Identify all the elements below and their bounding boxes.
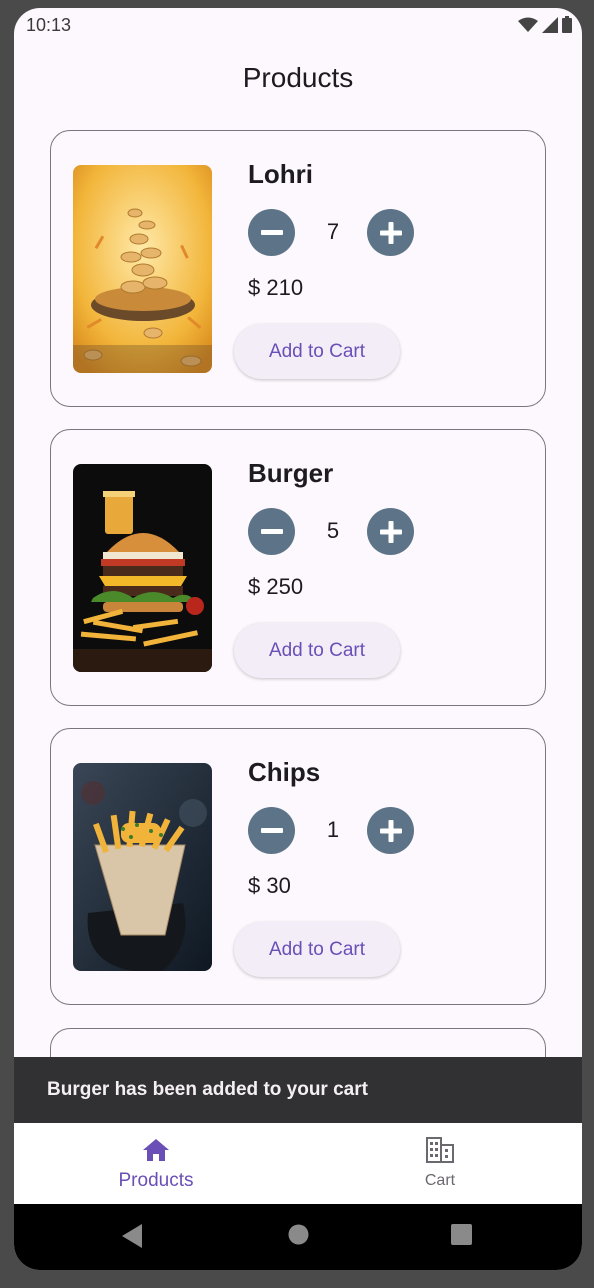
nav-item-cart[interactable]: Cart — [298, 1123, 582, 1204]
phone-screen: 10:13 Products Lohri 7 $ 210 Add to Cart… — [14, 8, 582, 1270]
building-icon — [426, 1137, 454, 1163]
increase-quantity-button[interactable] — [367, 508, 414, 555]
product-card-partial — [50, 1028, 546, 1057]
quantity-value: 5 — [326, 518, 340, 543]
add-to-cart-button[interactable]: Add to Cart — [234, 623, 400, 678]
snackbar-message: Burger has been added to your cart — [47, 1079, 368, 1100]
product-price: $ 250 — [248, 574, 304, 599]
product-name: Burger — [248, 458, 334, 488]
plus-icon — [379, 221, 402, 244]
chips-image — [73, 763, 212, 971]
battery-icon — [562, 16, 572, 33]
minus-icon — [260, 528, 283, 534]
product-card-lohri: Lohri 7 $ 210 Add to Cart — [50, 130, 546, 407]
product-name: Lohri — [248, 159, 313, 189]
add-to-cart-button[interactable]: Add to Cart — [234, 324, 400, 379]
product-card-chips: Chips 1 $ 30 Add to Cart — [50, 728, 546, 1005]
product-price: $ 30 — [248, 873, 291, 898]
decrease-quantity-button[interactable] — [248, 209, 295, 256]
signal-icon — [542, 16, 558, 33]
add-to-cart-button[interactable]: Add to Cart — [234, 922, 400, 977]
product-list[interactable]: Lohri 7 $ 210 Add to Cart Burger 5 $ 250… — [14, 122, 582, 1057]
home-icon — [143, 1139, 169, 1161]
quantity-value: 7 — [326, 219, 340, 244]
nav-label-products: Products — [118, 1170, 194, 1191]
wifi-icon — [518, 17, 538, 32]
burger-image — [73, 464, 212, 672]
minus-icon — [260, 229, 283, 235]
nav-label-cart: Cart — [424, 1172, 456, 1189]
plus-icon — [379, 819, 402, 842]
decrease-quantity-button[interactable] — [248, 807, 295, 854]
home-button-icon[interactable] — [288, 1224, 309, 1245]
lohri-image — [73, 165, 212, 373]
page-title: Products — [242, 62, 354, 93]
bottom-navigation: Products Cart — [14, 1123, 582, 1204]
quantity-value: 1 — [326, 817, 340, 842]
status-time: 10:13 — [26, 15, 72, 35]
nav-item-products[interactable]: Products — [14, 1123, 298, 1204]
increase-quantity-button[interactable] — [367, 209, 414, 256]
decrease-quantity-button[interactable] — [248, 508, 295, 555]
recents-icon[interactable] — [451, 1224, 472, 1245]
status-bar: 10:13 — [14, 8, 582, 42]
system-navigation-bar — [14, 1204, 582, 1270]
product-name: Chips — [248, 757, 321, 787]
increase-quantity-button[interactable] — [367, 807, 414, 854]
back-icon[interactable] — [122, 1224, 142, 1248]
status-icons — [518, 16, 572, 33]
minus-icon — [260, 827, 283, 833]
product-price: $ 210 — [248, 275, 304, 300]
plus-icon — [379, 520, 402, 543]
snackbar: Burger has been added to your cart — [14, 1057, 582, 1123]
product-card-burger: Burger 5 $ 250 Add to Cart — [50, 429, 546, 706]
